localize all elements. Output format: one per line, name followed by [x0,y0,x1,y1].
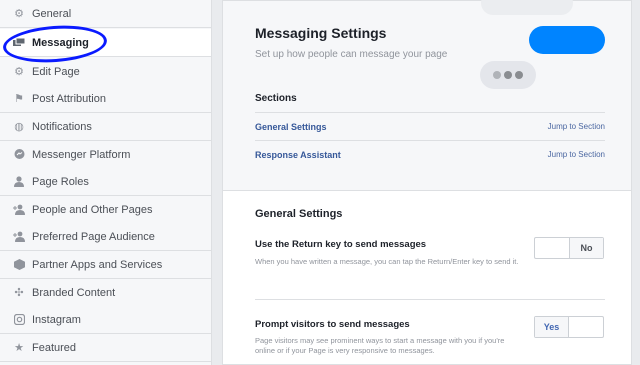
sidebar-item-edit-page[interactable]: ⚙ Edit Page [0,58,211,86]
general-settings-heading: General Settings [255,208,343,220]
section-link-response-assistant[interactable]: Response Assistant [255,150,341,160]
sidebar-item-label: Notifications [32,120,92,133]
section-row-general-settings: General Settings Jump to Section [255,112,605,140]
sidebar-item-page-roles[interactable]: Page Roles [0,168,211,196]
sidebar-item-notifications[interactable]: ◍ Notifications [0,113,211,141]
return-key-setting-title: Use the Return key to send messages [255,239,427,250]
flag-icon: ⚑ [14,93,24,105]
add-person-icon [12,230,26,244]
return-key-toggle[interactable]: No [534,237,604,259]
sidebar-item-people-and-other-pages[interactable]: People and Other Pages [0,196,211,224]
page-subtitle: Set up how people can message your page [255,49,448,60]
sidebar-item-messenger-platform[interactable]: Messenger Platform [0,141,211,169]
sidebar-item-featured[interactable]: ★ Featured [0,334,211,362]
box-icon [12,258,26,272]
page-title: Messaging Settings [255,25,387,41]
return-key-setting-description: When you have written a message, you can… [255,257,519,266]
star-icon: ★ [14,342,24,354]
handshake-icon: ✣ [14,287,24,299]
section-link-general-settings[interactable]: General Settings [255,122,327,132]
messaging-icon [12,36,26,50]
sidebar-item-instagram[interactable]: Instagram [0,306,211,334]
sidebar-item-partner-apps[interactable]: Partner Apps and Services [0,251,211,279]
person-icon [12,175,26,189]
sidebar-item-label: People and Other Pages [32,203,153,216]
sections-heading: Sections [255,93,297,104]
toggle-no-option[interactable] [569,317,603,337]
typing-dot [493,71,501,79]
gear-icon: ⚙ [14,66,24,78]
jump-to-section-link[interactable]: Jump to Section [548,150,605,159]
sidebar-item-post-attribution[interactable]: ⚑ Post Attribution [0,85,211,113]
jump-to-section-link[interactable]: Jump to Section [548,122,605,131]
settings-sidebar: ⚙ General Messaging ⚙ Edit Page ⚑ Post A… [0,0,212,365]
sidebar-item-label: Preferred Page Audience [32,230,155,243]
gear-icon: ⚙ [14,8,24,20]
typing-indicator-illustration [480,61,536,89]
sidebar-item-label: Messaging [32,36,89,49]
messaging-settings-panel: Messaging Settings Set up how people can… [222,0,632,365]
instagram-icon [12,313,26,327]
sidebar-item-branded-content[interactable]: ✣ Branded Content [0,279,211,307]
sidebar-item-general[interactable]: ⚙ General [0,0,211,28]
prompt-visitors-toggle[interactable]: Yes [534,316,604,338]
sidebar-item-preferred-page-audience[interactable]: Preferred Page Audience [0,223,211,251]
sidebar-item-label: Post Attribution [32,92,106,105]
toggle-yes-option[interactable]: Yes [535,317,570,337]
sidebar-item-label: Messenger Platform [32,148,131,161]
typing-dot [504,71,512,79]
divider [255,299,605,300]
globe-icon: ◍ [14,121,24,133]
sidebar-item-label: Page Roles [32,175,89,188]
sidebar-item-label: Edit Page [32,65,80,78]
toggle-no-option[interactable]: No [568,238,603,258]
add-person-icon [12,203,26,217]
sidebar-item-label: Featured [32,341,77,354]
prompt-visitors-setting-description: Page visitors may see prominent ways to … [255,336,505,355]
prompt-visitors-setting-title: Prompt visitors to send messages [255,319,410,330]
sidebar-item-label: Instagram [32,313,81,326]
sidebar-item-label: Branded Content [32,286,116,299]
sidebar-item-label: General [32,7,72,20]
sidebar-item-messaging[interactable]: Messaging [0,29,211,57]
toggle-yes-option[interactable] [535,238,569,258]
panel-header: Messaging Settings Set up how people can… [223,0,631,191]
chat-bubble-illustration [481,0,573,15]
typing-dot [515,71,523,79]
messenger-icon [12,148,26,162]
sidebar-item-label: Partner Apps and Services [32,258,163,271]
section-row-response-assistant: Response Assistant Jump to Section [255,140,605,168]
chat-bubble-illustration-blue [529,26,605,54]
